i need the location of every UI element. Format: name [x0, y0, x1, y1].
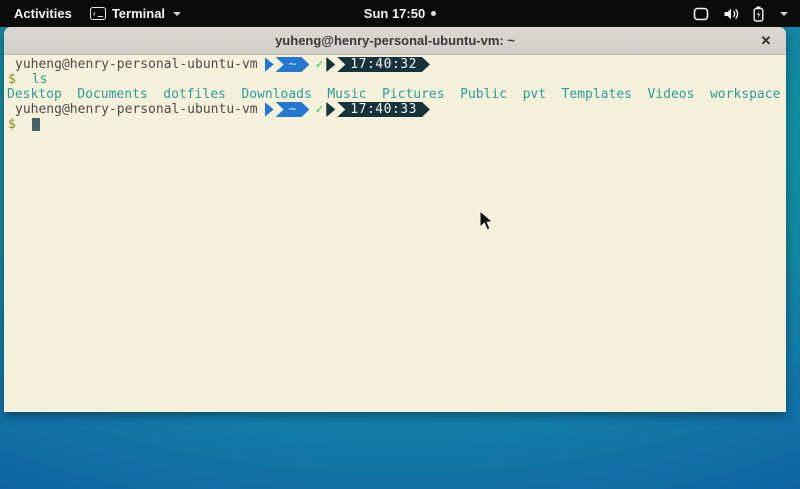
chevron-down-icon: [780, 12, 788, 16]
battery-charging-icon: [753, 6, 764, 22]
prompt-char: $: [7, 117, 16, 132]
prompt-user-host: yuheng@henry-personal-ubuntu-vm: [7, 102, 258, 117]
directory-entry: Music: [327, 87, 366, 102]
activities-button[interactable]: Activities: [10, 4, 76, 23]
system-status-area[interactable]: [693, 6, 800, 22]
status-check-icon: ✓: [315, 57, 323, 72]
terminal-window: yuheng@henry-personal-ubuntu-vm: ~ ✕ yuh…: [4, 27, 786, 412]
prompt-timestamp: 17:40:32: [337, 57, 430, 72]
prompt-line: yuheng@henry-personal-ubuntu-vm ~ ✓ 17:4…: [7, 57, 786, 72]
chevron-down-icon: [173, 12, 181, 16]
app-menu-terminal[interactable]: › Terminal: [90, 6, 181, 21]
terminal-app-icon: ›: [90, 7, 106, 20]
prompt-directory: ~: [276, 102, 310, 117]
prompt-timestamp: 17:40:33: [337, 102, 430, 117]
window-title: yuheng@henry-personal-ubuntu-vm: ~: [275, 33, 515, 48]
powerline-arrow-icon: [265, 102, 274, 117]
directory-entry: pvt: [523, 87, 546, 102]
powerline-arrow-icon: [326, 57, 335, 72]
directory-entry: Pictures: [382, 87, 445, 102]
terminal-screen[interactable]: yuheng@henry-personal-ubuntu-vm ~ ✓ 17:4…: [4, 55, 786, 412]
directory-entry: Documents: [77, 87, 147, 102]
ls-output-line: Desktop Documents dotfiles Downloads Mus…: [7, 87, 786, 102]
clock[interactable]: Sun 17:50: [364, 6, 425, 21]
screen-icon: [693, 7, 709, 21]
powerline-arrow-icon: [326, 102, 335, 117]
directory-entry: Videos: [648, 87, 695, 102]
status-check-icon: ✓: [315, 102, 323, 117]
prompt-directory: ~: [276, 57, 310, 72]
desktop: { "top_bar": { "activities_label": "Acti…: [0, 0, 800, 489]
command-line: $ ls: [7, 72, 786, 87]
directory-entry: Downloads: [241, 87, 311, 102]
input-line: $: [7, 117, 786, 132]
prompt-line: yuheng@henry-personal-ubuntu-vm ~ ✓ 17:4…: [7, 102, 786, 117]
directory-entry: Desktop: [7, 87, 62, 102]
directory-entry: dotfiles: [163, 87, 226, 102]
prompt-user-host: yuheng@henry-personal-ubuntu-vm: [7, 57, 258, 72]
directory-entry: Public: [460, 87, 507, 102]
notification-dot-icon: [431, 11, 436, 16]
app-menu-label: Terminal: [112, 6, 165, 21]
text-cursor: [32, 118, 40, 131]
prompt-char: $: [7, 72, 16, 87]
volume-icon: [723, 7, 739, 21]
directory-entry: workspace: [710, 87, 780, 102]
typed-command: ls: [32, 72, 48, 87]
top-bar: Activities › Terminal Sun 17:50: [0, 0, 800, 27]
close-button[interactable]: ✕: [754, 27, 778, 55]
directory-entry: Templates: [562, 87, 632, 102]
window-titlebar[interactable]: yuheng@henry-personal-ubuntu-vm: ~ ✕: [4, 27, 786, 55]
powerline-arrow-icon: [265, 57, 274, 72]
